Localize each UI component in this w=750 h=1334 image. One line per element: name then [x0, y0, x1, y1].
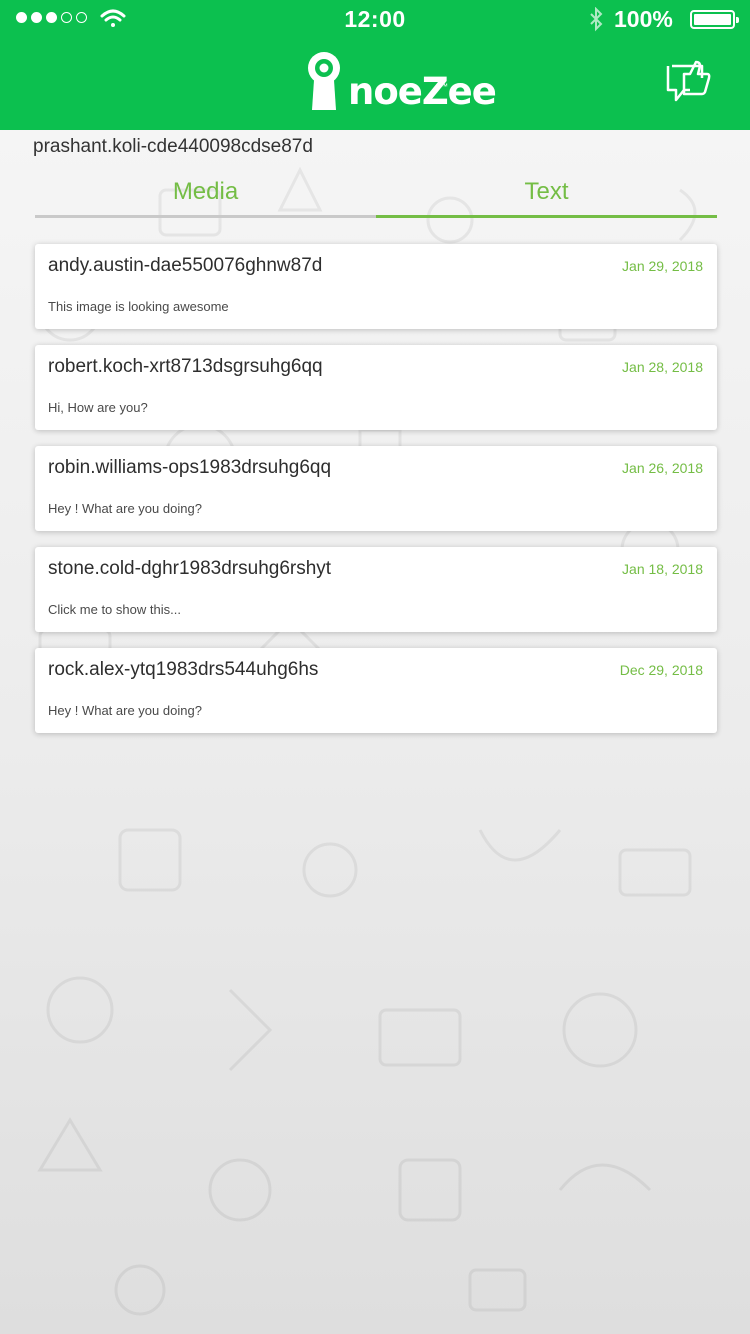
- message-date: Jan 18, 2018: [622, 561, 703, 577]
- message-card[interactable]: robert.koch-xrt8713dsgrsuhg6qq Jan 28, 2…: [35, 345, 717, 430]
- message-card[interactable]: robin.williams-ops1983drsuhg6qq Jan 26, …: [35, 446, 717, 531]
- message-sender: robin.williams-ops1983drsuhg6qq: [48, 457, 332, 478]
- message-card[interactable]: rock.alex-ytq1983drs544uhg6hs Dec 29, 20…: [35, 648, 717, 733]
- app-logo[interactable]: noeZee ™: [306, 50, 497, 116]
- message-sender: stone.cold-dghr1983drsuhg6rshyt: [48, 558, 332, 579]
- thumbs-up-chat-icon[interactable]: [666, 60, 712, 104]
- message-date: Jan 26, 2018: [622, 460, 703, 476]
- message-text: This image is looking awesome: [48, 299, 229, 314]
- message-date: Jan 29, 2018: [622, 258, 703, 274]
- message-date: Dec 29, 2018: [619, 662, 703, 678]
- message-text: Click me to show this...: [48, 602, 181, 617]
- message-sender: rock.alex-ytq1983drs544uhg6hs: [48, 659, 319, 680]
- message-sender: andy.austin-dae550076ghnw87d: [48, 255, 323, 276]
- message-card[interactable]: andy.austin-dae550076ghnw87d Jan 29, 201…: [35, 244, 717, 329]
- app-header: noeZee ™: [0, 40, 750, 130]
- message-text: Hi, How are you?: [48, 400, 148, 415]
- message-card[interactable]: stone.cold-dghr1983drsuhg6rshyt Jan 18, …: [35, 547, 717, 632]
- status-bar: 12:00 100%: [0, 0, 750, 40]
- message-date: Jan 28, 2018: [622, 359, 703, 375]
- tab-media[interactable]: Media: [35, 172, 376, 218]
- tab-bar: Media Text: [35, 172, 717, 218]
- current-user-id: prashant.koli-cde440098cdse87d: [33, 136, 313, 157]
- bluetooth-icon: [590, 7, 603, 32]
- logo-trademark: ™: [440, 82, 448, 91]
- message-sender: robert.koch-xrt8713dsgrsuhg6qq: [48, 356, 323, 377]
- tab-text[interactable]: Text: [376, 172, 717, 218]
- battery-percentage: 100%: [614, 6, 673, 32]
- logo-text: noeZee: [348, 70, 497, 113]
- keyhole-logo-icon: [308, 52, 340, 110]
- message-list: andy.austin-dae550076ghnw87d Jan 29, 201…: [35, 244, 717, 749]
- battery-icon: [690, 10, 739, 29]
- message-text: Hey ! What are you doing?: [48, 501, 202, 516]
- message-text: Hey ! What are you doing?: [48, 703, 202, 718]
